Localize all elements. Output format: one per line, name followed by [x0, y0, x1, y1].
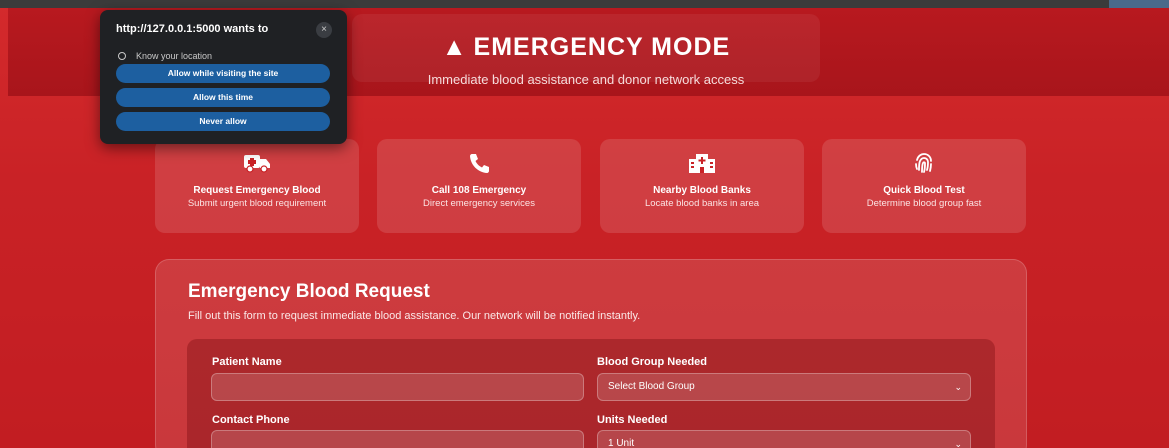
card-description: Direct emergency services [423, 198, 535, 209]
card-title: Nearby Blood Banks [653, 185, 751, 196]
card-description: Submit urgent blood requirement [187, 198, 327, 209]
blood-group-label: Blood Group Needed [597, 356, 707, 368]
allow-while-visiting-button[interactable]: Allow while visiting the site [116, 64, 330, 83]
card-call-108[interactable]: Call 108 Emergency Direct emergency serv… [377, 139, 581, 233]
browser-top-strip [0, 0, 1169, 8]
card-description: Locate blood banks in area [644, 198, 760, 209]
units-needed-select[interactable]: 1 Unit ⌄ [597, 430, 971, 448]
card-description: Determine blood group fast [866, 198, 982, 209]
card-title: Quick Blood Test [883, 185, 965, 196]
location-pin-icon [118, 52, 126, 60]
ambulance-icon [155, 152, 359, 174]
browser-top-accent [1109, 0, 1169, 8]
patient-name-label: Patient Name [212, 356, 282, 368]
card-request-emergency-blood[interactable]: Request Emergency Blood Submit urgent bl… [155, 139, 359, 233]
blood-group-select[interactable]: Select Blood Group ⌄ [597, 373, 971, 401]
units-needed-label: Units Needed [597, 414, 668, 426]
hero-title-text: EMERGENCY MODE [473, 33, 731, 61]
location-request-text: Know your location [136, 51, 213, 61]
contact-phone-input[interactable] [211, 430, 584, 448]
warning-icon: ▲ [441, 33, 468, 61]
units-selected: 1 Unit [608, 438, 635, 448]
card-quick-blood-test[interactable]: Quick Blood Test Determine blood group f… [822, 139, 1026, 233]
card-title: Request Emergency Blood [193, 185, 321, 196]
popup-origin-text: http://127.0.0.1:5000 wants to [116, 23, 269, 35]
patient-name-input[interactable] [211, 373, 584, 401]
never-allow-button[interactable]: Never allow [116, 112, 330, 131]
card-title: Call 108 Emergency [431, 185, 527, 196]
location-request: Know your location [118, 51, 212, 61]
close-icon[interactable]: × [316, 22, 332, 38]
hero-subtitle: Immediate blood assistance and donor net… [427, 72, 745, 87]
card-nearby-blood-banks[interactable]: Nearby Blood Banks Locate blood banks in… [600, 139, 804, 233]
hospital-icon [600, 152, 804, 174]
contact-phone-label: Contact Phone [212, 414, 290, 426]
form-description: Fill out this form to request immediate … [188, 310, 641, 322]
fingerprint-icon [822, 152, 1026, 174]
hero-title: ▲ EMERGENCY MODE [352, 33, 820, 62]
form-title: Emergency Blood Request [188, 281, 430, 302]
chevron-down-icon: ⌄ [954, 382, 962, 392]
location-permission-popup: http://127.0.0.1:5000 wants to × Know yo… [100, 10, 347, 144]
allow-this-time-button[interactable]: Allow this time [116, 88, 330, 107]
blood-group-selected: Select Blood Group [608, 381, 695, 392]
phone-icon [377, 152, 581, 174]
chevron-down-icon: ⌄ [954, 439, 962, 448]
